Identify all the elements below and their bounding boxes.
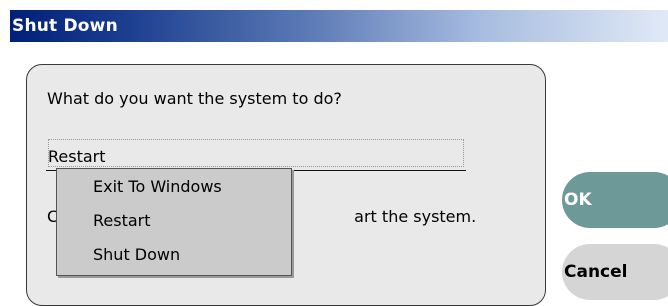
action-combobox[interactable]: Restart bbox=[46, 139, 466, 171]
focus-rectangle bbox=[48, 139, 464, 167]
shutdown-dialog: Shut Down What do you want the system to… bbox=[0, 0, 668, 306]
ok-button[interactable]: OK bbox=[562, 172, 668, 228]
title-bar: Shut Down bbox=[10, 10, 668, 42]
description-suffix: art the system. bbox=[354, 207, 477, 226]
option-exit-to-windows[interactable]: Exit To Windows bbox=[93, 177, 222, 196]
option-restart[interactable]: Restart bbox=[93, 211, 151, 230]
combobox-selected-value: Restart bbox=[48, 147, 106, 166]
option-shut-down[interactable]: Shut Down bbox=[93, 245, 180, 264]
action-dropdown-list[interactable]: Exit To Windows Restart Shut Down bbox=[56, 168, 292, 276]
window-title: Shut Down bbox=[12, 16, 118, 36]
cancel-button[interactable]: Cancel bbox=[562, 244, 668, 300]
question-label: What do you want the system to do? bbox=[47, 89, 342, 108]
